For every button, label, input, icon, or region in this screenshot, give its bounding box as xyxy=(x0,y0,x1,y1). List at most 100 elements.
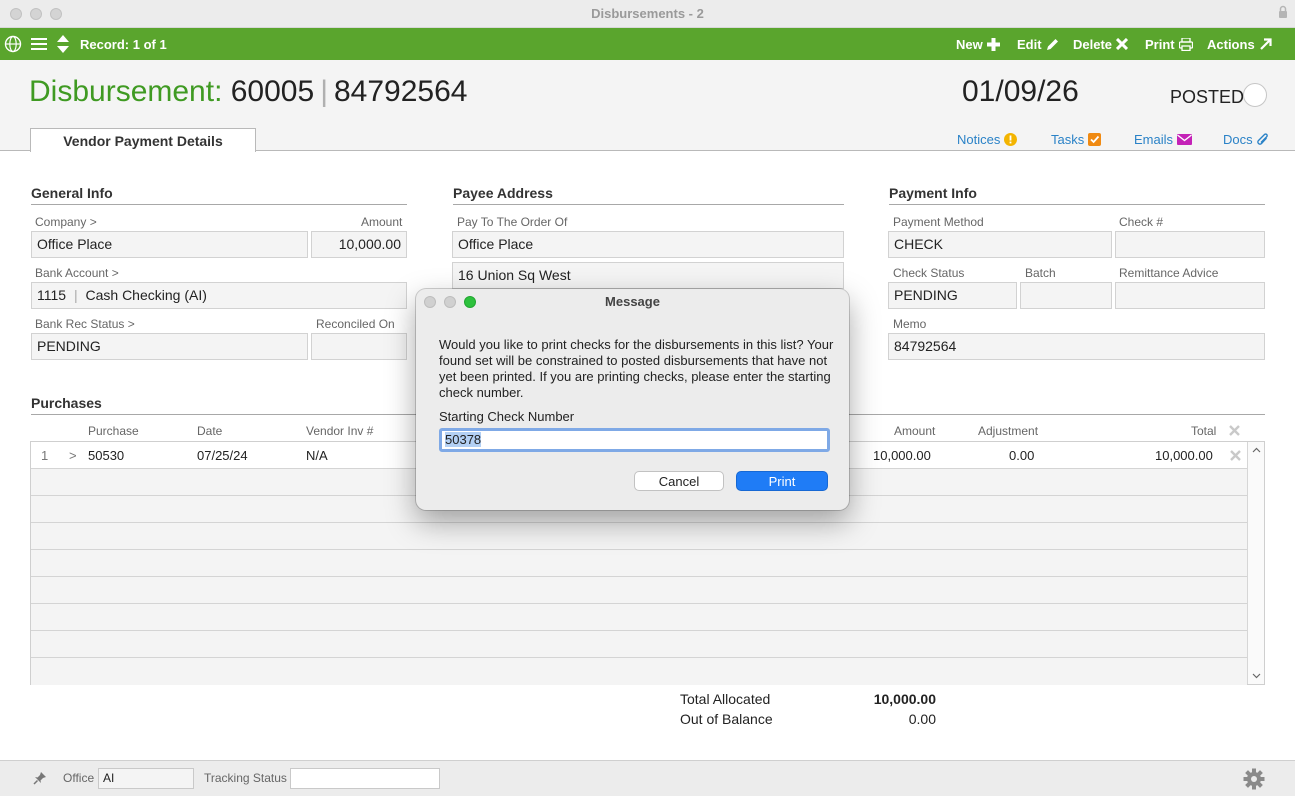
clear-all-icon[interactable] xyxy=(1229,425,1240,436)
plus-icon xyxy=(986,37,1000,51)
docs-link[interactable]: Docs xyxy=(1223,132,1269,147)
office-label: Office xyxy=(63,771,95,785)
dialog-title: Message xyxy=(605,294,660,309)
tracking-status-label: Tracking Status xyxy=(204,771,287,785)
total-allocated-value: 10,000.00 xyxy=(873,691,936,707)
remittance-field[interactable] xyxy=(1115,282,1265,309)
reconciled-on-field[interactable] xyxy=(311,333,407,360)
general-info-title: General Info xyxy=(31,185,407,205)
lock-icon xyxy=(1279,5,1287,18)
posted-status-indicator[interactable] xyxy=(1243,83,1267,107)
company-field[interactable]: Office Place xyxy=(31,231,308,258)
col-amount: Amount xyxy=(894,424,936,438)
col-total: Total xyxy=(1191,424,1217,438)
gear-icon[interactable] xyxy=(1243,768,1265,790)
delete-label: Delete xyxy=(1073,36,1113,52)
amount-label: Amount xyxy=(361,215,403,229)
actions-label: Actions xyxy=(1207,36,1255,52)
disbursement-ref: 84792564 xyxy=(333,75,468,108)
payee-address-title: Payee Address xyxy=(453,185,844,205)
arrow-out-icon xyxy=(1259,37,1272,50)
list-menu-icon[interactable] xyxy=(31,28,47,60)
expand-row-icon[interactable]: > xyxy=(69,448,77,463)
tracking-status-field[interactable] xyxy=(290,768,440,789)
purchase-cell[interactable]: 50530 xyxy=(88,448,124,463)
col-date: Date xyxy=(197,424,223,438)
check-number-label: Check # xyxy=(1119,215,1164,229)
message-dialog: Message Would you like to print checks f… xyxy=(416,289,849,510)
bank-account-label[interactable]: Bank Account > xyxy=(35,266,119,280)
delete-button[interactable]: Delete xyxy=(1073,28,1129,60)
check-status-field[interactable]: PENDING xyxy=(888,282,1017,309)
col-purchase: Purchase xyxy=(88,424,139,438)
office-field[interactable]: AI xyxy=(98,768,194,789)
check-number-field[interactable] xyxy=(1115,231,1265,258)
alert-icon xyxy=(1004,133,1018,146)
memo-label: Memo xyxy=(893,317,927,331)
bank-account-name: Cash Checking (AI) xyxy=(85,287,207,303)
record-counter: Record: 1 of 1 xyxy=(80,36,167,52)
scroll-down-icon[interactable] xyxy=(1252,673,1261,679)
bank-account-separator: | xyxy=(73,287,78,303)
out-of-balance-value: 0.00 xyxy=(908,711,936,727)
grid-scrollbar[interactable] xyxy=(1247,442,1264,684)
bank-rec-status-label[interactable]: Bank Rec Status > xyxy=(35,317,135,331)
notices-link[interactable]: Notices xyxy=(957,132,1018,147)
tab-vendor-payment-details[interactable]: Vendor Payment Details xyxy=(30,128,256,152)
printer-icon xyxy=(1178,37,1193,51)
payment-method-field[interactable]: CHECK xyxy=(888,231,1112,258)
address-line1-field[interactable]: 16 Union Sq West xyxy=(452,262,844,289)
date-cell: 07/25/24 xyxy=(197,448,248,463)
vendor-inv-cell: N/A xyxy=(306,448,328,463)
title-separator: | xyxy=(320,75,328,108)
row-index: 1 xyxy=(41,448,49,463)
tasks-link[interactable]: Tasks xyxy=(1051,132,1102,147)
pay-to-field[interactable]: Office Place xyxy=(452,231,844,258)
pin-icon[interactable] xyxy=(33,771,47,785)
notices-label: Notices xyxy=(957,132,1001,147)
scroll-up-icon[interactable] xyxy=(1252,447,1261,453)
col-adjustment: Adjustment xyxy=(978,424,1039,438)
delete-row-icon[interactable] xyxy=(1230,450,1241,461)
payment-info-title: Payment Info xyxy=(889,185,1265,205)
envelope-icon xyxy=(1177,134,1193,145)
memo-field[interactable]: 84792564 xyxy=(888,333,1265,360)
print-confirm-button[interactable]: Print xyxy=(736,471,828,491)
globe-icon[interactable] xyxy=(4,28,22,60)
paperclip-icon xyxy=(1256,132,1268,145)
pencil-icon xyxy=(1046,38,1058,50)
pay-to-label: Pay To The Order Of xyxy=(457,215,568,229)
starting-check-number-input[interactable]: 50378 xyxy=(439,428,830,452)
record-navigator-icon[interactable] xyxy=(56,28,70,60)
amount-field[interactable]: 10,000.00 xyxy=(311,231,407,258)
reconciled-on-label: Reconciled On xyxy=(316,317,395,331)
table-row xyxy=(31,631,1247,658)
edit-button[interactable]: Edit xyxy=(1017,28,1059,60)
bank-account-field[interactable]: 1115 | Cash Checking (AI) xyxy=(31,282,407,309)
batch-field[interactable] xyxy=(1020,282,1112,309)
col-vendor-inv: Vendor Inv # xyxy=(306,424,374,438)
new-button[interactable]: New xyxy=(956,28,1000,60)
starting-check-number-label: Starting Check Number xyxy=(439,409,575,424)
emails-link[interactable]: Emails xyxy=(1134,132,1193,147)
check-status-label: Check Status xyxy=(893,266,965,280)
company-label[interactable]: Company > xyxy=(35,215,97,229)
starting-check-number-value: 50378 xyxy=(445,432,482,447)
posted-status: POSTED xyxy=(1170,87,1245,107)
disbursement-date: 01/09/26 xyxy=(962,75,1079,108)
footer-bar: Office AI Tracking Status xyxy=(0,760,1295,796)
table-row xyxy=(31,523,1247,550)
total-allocated-label: Total Allocated xyxy=(680,691,771,707)
bank-rec-status-field[interactable]: PENDING xyxy=(31,333,308,360)
remittance-label: Remittance Advice xyxy=(1119,266,1219,280)
table-row xyxy=(31,550,1247,577)
actions-button[interactable]: Actions xyxy=(1207,28,1272,60)
edit-label: Edit xyxy=(1017,36,1042,52)
amount-cell: 10,000.00 xyxy=(873,448,931,463)
toolbar: Record: 1 of 1 New Edit Delete Print Act… xyxy=(0,28,1295,60)
tasks-label: Tasks xyxy=(1051,132,1085,147)
adjustment-cell: 0.00 xyxy=(1009,448,1035,463)
cancel-button[interactable]: Cancel xyxy=(634,471,724,491)
print-button[interactable]: Print xyxy=(1145,28,1193,60)
docs-label: Docs xyxy=(1223,132,1253,147)
